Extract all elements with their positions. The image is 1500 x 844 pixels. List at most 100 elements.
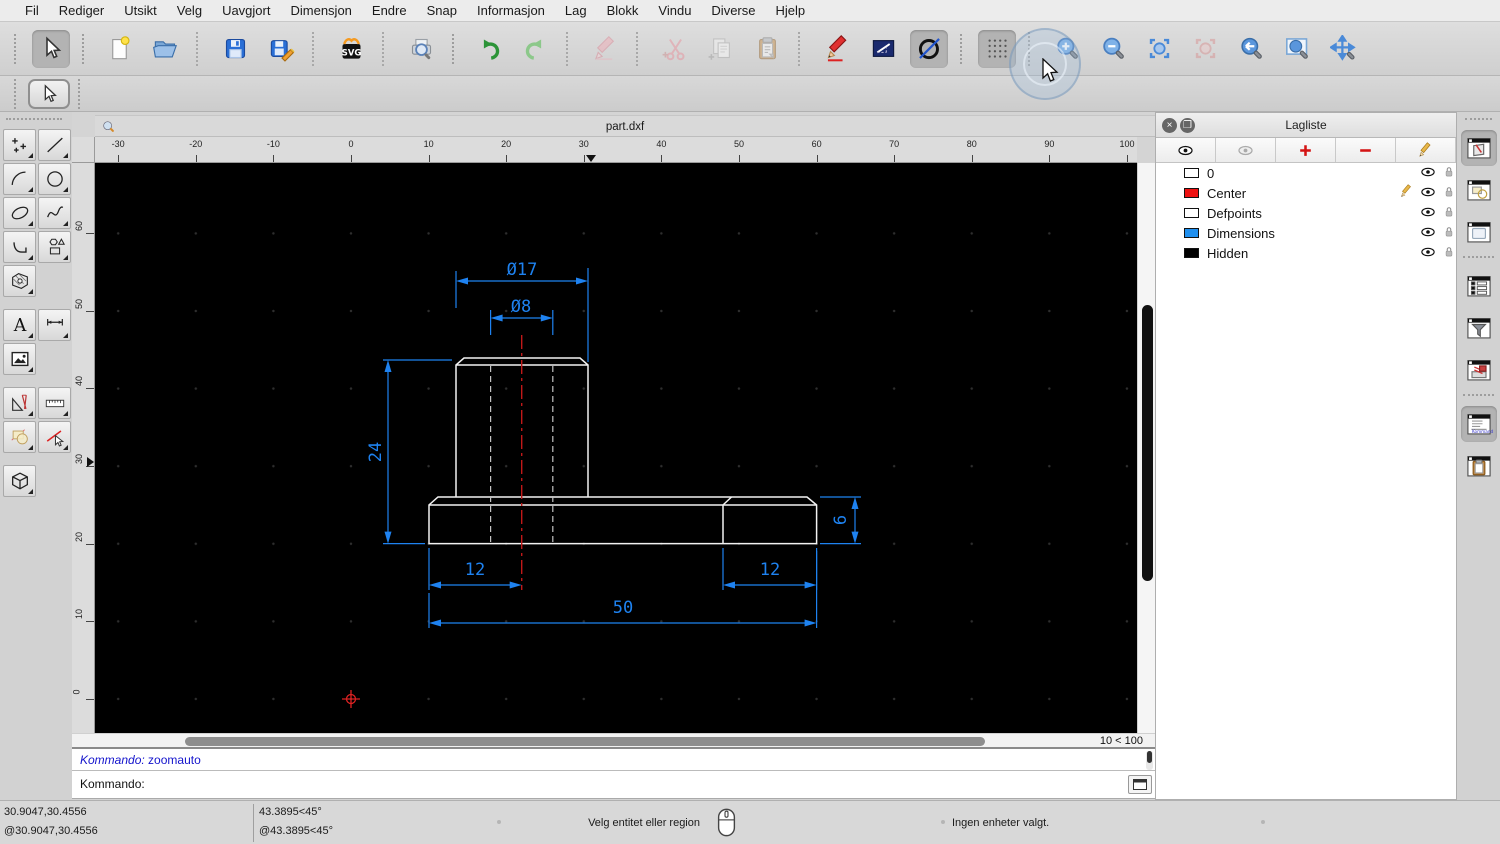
toolbar-drag-handle[interactable] <box>452 33 458 64</box>
layer-row-hidden[interactable]: Hidden <box>1156 243 1456 263</box>
clipboard-panel-toggle[interactable] <box>1461 448 1497 484</box>
layer-row-defpoints[interactable]: Defpoints <box>1156 203 1456 223</box>
menu-endre[interactable]: Endre <box>362 0 417 22</box>
block-list-panel-toggle[interactable] <box>1461 172 1497 208</box>
vertical-scrollbar-thumb[interactable] <box>1142 305 1153 581</box>
tool-arcs-button[interactable] <box>3 163 36 195</box>
select-pointer-button[interactable] <box>32 29 70 68</box>
paste-button[interactable] <box>748 30 786 68</box>
menu-diverse[interactable]: Diverse <box>701 0 765 22</box>
menu-dimensjon[interactable]: Dimensjon <box>280 0 361 22</box>
tool-polylines-button[interactable] <box>3 231 36 263</box>
print-preview-button[interactable] <box>402 30 440 68</box>
toolbar-drag-handle[interactable] <box>82 33 88 64</box>
layer-visibility-toggle[interactable] <box>1414 224 1436 243</box>
layer-color-swatch[interactable] <box>1184 228 1199 238</box>
command-input-row[interactable]: Kommando: <box>72 771 1157 799</box>
menu-rediger[interactable]: Rediger <box>49 0 115 22</box>
circle-tools-button[interactable] <box>910 29 948 68</box>
layer-lock-toggle[interactable] <box>1436 245 1456 262</box>
tool-solids-button[interactable] <box>3 465 36 497</box>
tool-ellipses-button[interactable] <box>3 197 36 229</box>
zoom-previous-button[interactable] <box>1232 30 1270 68</box>
redo-button[interactable] <box>516 30 554 68</box>
command-line-panel-toggle[interactable]: Kommando <box>1460 406 1497 442</box>
tool-ruler-button[interactable] <box>38 387 71 419</box>
menu-velg[interactable]: Velg <box>167 0 212 22</box>
delete-button[interactable] <box>586 30 624 68</box>
palette-drag-handle[interactable] <box>6 118 62 124</box>
vertical-scrollbar[interactable] <box>1137 163 1157 733</box>
layer-row-0[interactable]: 0 <box>1156 163 1456 183</box>
tool-measure-button[interactable] <box>3 387 36 419</box>
horizontal-scrollbar[interactable]: 10 < 100 <box>72 733 1157 747</box>
menu-blokk[interactable]: Blokk <box>597 0 649 22</box>
layer-lock-toggle[interactable] <box>1436 185 1456 202</box>
layer-lock-toggle[interactable] <box>1436 205 1456 222</box>
menu-uavgjort[interactable]: Uavgjort <box>212 0 280 22</box>
save-as-button[interactable] <box>262 30 300 68</box>
pan-button[interactable] <box>1324 30 1362 68</box>
layer-visibility-toggle[interactable] <box>1414 204 1436 223</box>
menu-informasjon[interactable]: Informasjon <box>467 0 555 22</box>
tool-lines-button[interactable] <box>38 129 71 161</box>
tool-image-button[interactable] <box>3 343 36 375</box>
layer-list-panel-toggle[interactable] <box>1460 130 1497 166</box>
zoom-auto-button[interactable] <box>1140 30 1178 68</box>
horizontal-scrollbar-thumb[interactable] <box>185 737 985 746</box>
copy-button[interactable] <box>702 30 740 68</box>
zoom-out-button[interactable] <box>1094 30 1132 68</box>
show-all-layers-button[interactable] <box>1156 138 1216 162</box>
toolbar-drag-handle[interactable] <box>14 33 20 64</box>
tool-splines-button[interactable] <box>38 197 71 229</box>
layer-row-center[interactable]: Center <box>1156 183 1456 203</box>
undo-button[interactable] <box>470 30 508 68</box>
menu-snap[interactable]: Snap <box>417 0 467 22</box>
tool-shapes-button[interactable] <box>38 231 71 263</box>
layer-color-swatch[interactable] <box>1184 208 1199 218</box>
entity-list-panel-toggle[interactable] <box>1461 268 1497 304</box>
toolbar-drag-handle[interactable] <box>78 78 84 109</box>
layer-lock-toggle[interactable] <box>1436 225 1456 242</box>
tool-points-button[interactable] <box>3 129 36 161</box>
tool-text-button[interactable]: A <box>3 309 36 341</box>
draw-freehand-button[interactable] <box>818 30 856 68</box>
library-browser-panel-toggle[interactable] <box>1461 214 1497 250</box>
close-panel-button[interactable]: × <box>1162 118 1177 133</box>
cut-button[interactable] <box>656 30 694 68</box>
remove-layer-button[interactable] <box>1336 138 1396 162</box>
measurement-panel-toggle[interactable] <box>1461 352 1497 388</box>
layer-row-dimensions[interactable]: Dimensions <box>1156 223 1456 243</box>
menu-fil[interactable]: Fil <box>15 0 49 22</box>
save-button[interactable] <box>216 30 254 68</box>
edit-layer-button[interactable] <box>1396 138 1456 162</box>
open-document-button[interactable] <box>146 30 184 68</box>
zoom-selection-button[interactable] <box>1186 30 1224 68</box>
zoom-window-button[interactable] <box>1278 30 1316 68</box>
layer-color-swatch[interactable] <box>1184 188 1199 198</box>
layer-lock-toggle[interactable] <box>1436 165 1456 182</box>
layer-visibility-toggle[interactable] <box>1414 244 1436 263</box>
selection-filter-panel-toggle[interactable] <box>1461 310 1497 346</box>
menu-utsikt[interactable]: Utsikt <box>114 0 167 22</box>
detach-command-button[interactable] <box>1128 775 1152 794</box>
tool-snap-restriction-button[interactable] <box>38 421 71 453</box>
tool-dimensions-button[interactable] <box>38 309 71 341</box>
active-tool-pointer-button[interactable] <box>28 78 70 109</box>
menu-vindu[interactable]: Vindu <box>648 0 701 22</box>
menu-lag[interactable]: Lag <box>555 0 597 22</box>
drawing-canvas[interactable]: Ø17 Ø8 24 6 12 12 50 <box>95 163 1137 733</box>
add-layer-button[interactable] <box>1276 138 1336 162</box>
svg-export-button[interactable]: SVG <box>332 30 370 68</box>
float-panel-button[interactable]: ❐ <box>1180 118 1195 133</box>
toolbar-drag-handle[interactable] <box>960 33 966 64</box>
new-document-button[interactable] <box>100 30 138 68</box>
grid-toggle-button[interactable] <box>978 29 1016 68</box>
hide-all-layers-button[interactable] <box>1216 138 1276 162</box>
layer-color-swatch[interactable] <box>1184 168 1199 178</box>
layer-color-swatch[interactable] <box>1184 248 1199 258</box>
dock-drag-handle[interactable] <box>1465 118 1492 124</box>
layer-visibility-toggle[interactable] <box>1414 184 1436 203</box>
tool-circles-button[interactable] <box>38 163 71 195</box>
line-tools-button[interactable] <box>864 30 902 68</box>
